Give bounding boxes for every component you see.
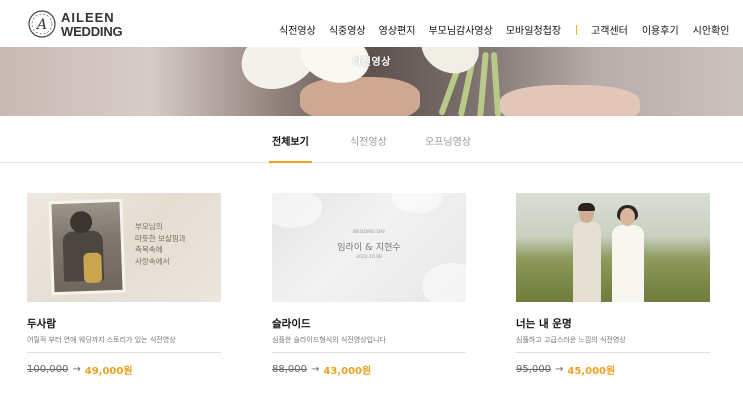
original-price: 88,000 (272, 364, 307, 375)
verse-line: 축복속에 (135, 245, 163, 255)
slide-date: 2022.10.08 (356, 255, 382, 260)
tab-opening[interactable]: 오프닝영상 (425, 133, 471, 148)
product-description: 어릴적 부터 연애 웨딩까지 스토리가 있는 식전영상 (27, 336, 176, 344)
nav-item-video-letter[interactable]: 영상편지 (379, 22, 416, 37)
utility-nav: 고객센터 이용후기 시안확인 (591, 22, 729, 37)
arrow-right-icon: → (555, 364, 564, 375)
divider (27, 352, 221, 353)
brand-logo[interactable]: A AILEEN WEDDING (27, 8, 127, 40)
product-card[interactable]: 부모님의 따뜻한 보살핌과 축복속에 사랑속에서 두사람 어릴적 부터 연애 웨… (27, 193, 221, 377)
decor-leaf (392, 193, 442, 213)
groom-figure (573, 222, 601, 302)
tab-pre-ceremony[interactable]: 식전영상 (350, 133, 387, 148)
sale-price: 43,000원 (323, 366, 372, 377)
hero-hand-right (500, 85, 640, 116)
nav-item-mid-ceremony[interactable]: 식중영상 (329, 22, 366, 37)
active-tab-indicator (269, 161, 312, 163)
original-price: 100,000 (27, 364, 69, 375)
product-thumbnail[interactable] (516, 193, 710, 302)
vintage-photo (51, 201, 123, 293)
verse-line: 사랑속에서 (135, 256, 170, 266)
verse-line: 부모님의 (135, 222, 163, 231)
sale-price: 45,000원 (567, 366, 616, 377)
nav-item-parents-thanks[interactable]: 부모님감사영상 (428, 22, 492, 37)
nav-separator (576, 24, 578, 35)
arrow-right-icon: → (311, 364, 320, 375)
divider (516, 352, 710, 353)
arrow-right-icon: → (72, 364, 81, 375)
product-title[interactable]: 두사람 (27, 316, 221, 331)
nav-item-reviews[interactable]: 이용후기 (642, 22, 679, 37)
product-price: 95,000 → 45,000원 (516, 362, 710, 377)
slide-couple-names: 임라이 & 지현수 (337, 243, 401, 253)
hero-banner: 식전영상 (0, 47, 743, 116)
nav-item-mobile-invitation[interactable]: 모바일청첩장 (506, 22, 561, 37)
decor-leaf (272, 193, 322, 228)
hero-title: 식전영상 (352, 57, 391, 68)
hero-hand-left (300, 77, 420, 116)
product-price: 100,000 → 49,000원 (27, 362, 221, 377)
slide-top-caption: WEDDING DAY (352, 230, 386, 235)
product-description: 심플하고 고급스러운 느낌의 식전영상 (516, 336, 626, 344)
sale-price: 49,000원 (84, 366, 133, 377)
product-thumbnail[interactable]: WEDDING DAY 임라이 & 지현수 2022.10.08 (272, 193, 466, 302)
product-thumbnail[interactable]: 부모님의 따뜻한 보살핌과 축복속에 사랑속에서 (27, 193, 221, 302)
tab-all[interactable]: 전체보기 (272, 133, 309, 148)
product-card[interactable]: 너는 내 운명 심플하고 고급스러운 느낌의 식전영상 95,000 → 45,… (516, 193, 710, 377)
product-card[interactable]: WEDDING DAY 임라이 & 지현수 2022.10.08 슬라이드 심플… (272, 193, 466, 377)
main-nav: 식전영상 식중영상 영상편지 부모님감사영상 모바일청첩장 고객센터 이용후기 … (279, 22, 729, 37)
original-price: 95,000 (516, 364, 551, 375)
nav-item-customer-center[interactable]: 고객센터 (591, 22, 628, 37)
product-description: 심플한 슬라이드형식의 식전영상입니다 (272, 336, 386, 344)
thumbnail-verse: 부모님의 따뜻한 보살핌과 축복속에 사랑속에서 (135, 221, 186, 268)
logo-line1: AILEEN (61, 9, 115, 25)
site-header: A AILEEN WEDDING 식전영상 식중영상 영상편지 부모님감사영상 … (0, 0, 743, 47)
decor-leaf (422, 263, 466, 302)
category-tabs: 전체보기 식전영상 오프닝영상 (0, 116, 743, 163)
bride-head (620, 208, 635, 226)
bride-figure (612, 225, 644, 302)
verse-line: 따뜻한 보살핌과 (135, 233, 186, 243)
svg-text:A: A (35, 17, 47, 33)
product-title[interactable]: 너는 내 운명 (516, 316, 710, 331)
nav-item-draft-check[interactable]: 시안확인 (693, 22, 730, 37)
logo-emblem-icon: A (27, 9, 57, 39)
divider (272, 352, 466, 353)
logo-line2: WEDDING (61, 23, 123, 39)
logo-wordmark: AILEEN WEDDING (61, 9, 123, 39)
nav-item-pre-ceremony[interactable]: 식전영상 (279, 22, 316, 37)
groom-hair (578, 203, 595, 211)
product-price: 88,000 → 43,000원 (272, 362, 466, 377)
product-title[interactable]: 슬라이드 (272, 316, 466, 331)
